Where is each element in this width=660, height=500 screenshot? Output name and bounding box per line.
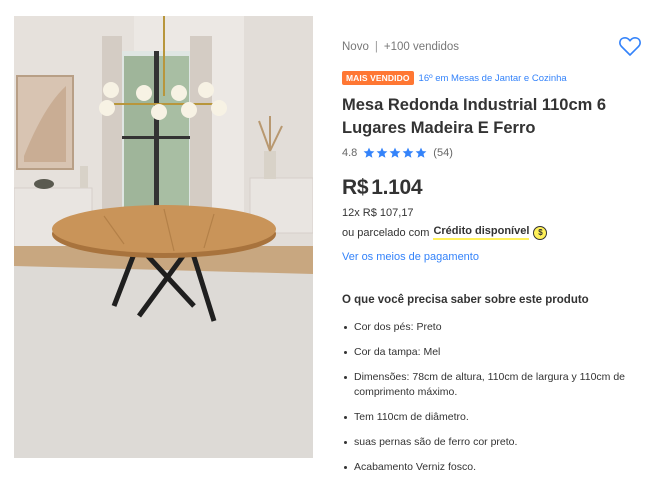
product-photo <box>14 16 313 458</box>
star-icon <box>415 147 427 158</box>
feature-item: Tem 110cm de diâmetro. <box>342 410 648 425</box>
rating[interactable]: 4.8 (54) <box>342 147 453 159</box>
meta-separator: | <box>374 41 378 53</box>
feature-item: suas pernas são de ferro cor preto. <box>342 435 648 450</box>
star-icon <box>376 147 388 158</box>
product-title: Mesa Redonda Industrial 110cm 6 Lugares … <box>342 96 607 137</box>
product-image[interactable] <box>14 16 313 458</box>
feature-item: Cor dos pés: Preto <box>342 320 648 335</box>
sold-count: +100 vendidos <box>383 41 459 53</box>
price-currency: R$ <box>342 176 369 199</box>
star-icon <box>363 147 375 158</box>
installments: 12x R$ 107,17 <box>342 207 414 219</box>
product-meta: Novo | +100 vendidos <box>342 41 459 53</box>
rating-count: (54) <box>433 147 453 159</box>
features-title: O que você precisa saber sobre este prod… <box>342 294 589 306</box>
price: R$ 1.104 <box>342 176 423 200</box>
badges-row: MAIS VENDIDO 16º em Mesas de Jantar e Coz… <box>342 71 567 85</box>
rating-stars <box>363 147 427 159</box>
payment-methods-link[interactable]: Ver os meios de pagamento <box>342 251 479 263</box>
feature-item: Dimensões: 78cm de altura, 110cm de larg… <box>342 370 648 400</box>
credit-prefix: ou parcelado com <box>342 226 430 239</box>
condition-label: Novo <box>342 41 369 53</box>
credit-available-link[interactable]: Crédito disponível <box>433 225 530 240</box>
price-value: 1.104 <box>371 176 423 199</box>
star-icon <box>389 147 401 158</box>
feature-item: Acabamento Verniz fosco. <box>342 460 648 475</box>
credit-row: ou parcelado com Crédito disponível $ <box>342 225 548 240</box>
rating-score: 4.8 <box>342 147 358 159</box>
star-icon <box>402 147 414 158</box>
mercado-credito-icon: $ <box>533 225 548 240</box>
feature-item: Cor da tampa: Mel <box>342 345 648 360</box>
category-rank-link[interactable]: 16º em Mesas de Jantar e Cozinha <box>419 73 567 84</box>
heart-icon <box>619 37 641 56</box>
features-list: Cor dos pés: Preto Cor da tampa: Mel Dim… <box>342 320 648 485</box>
favorite-button[interactable] <box>618 35 642 57</box>
best-seller-badge: MAIS VENDIDO <box>342 71 414 85</box>
